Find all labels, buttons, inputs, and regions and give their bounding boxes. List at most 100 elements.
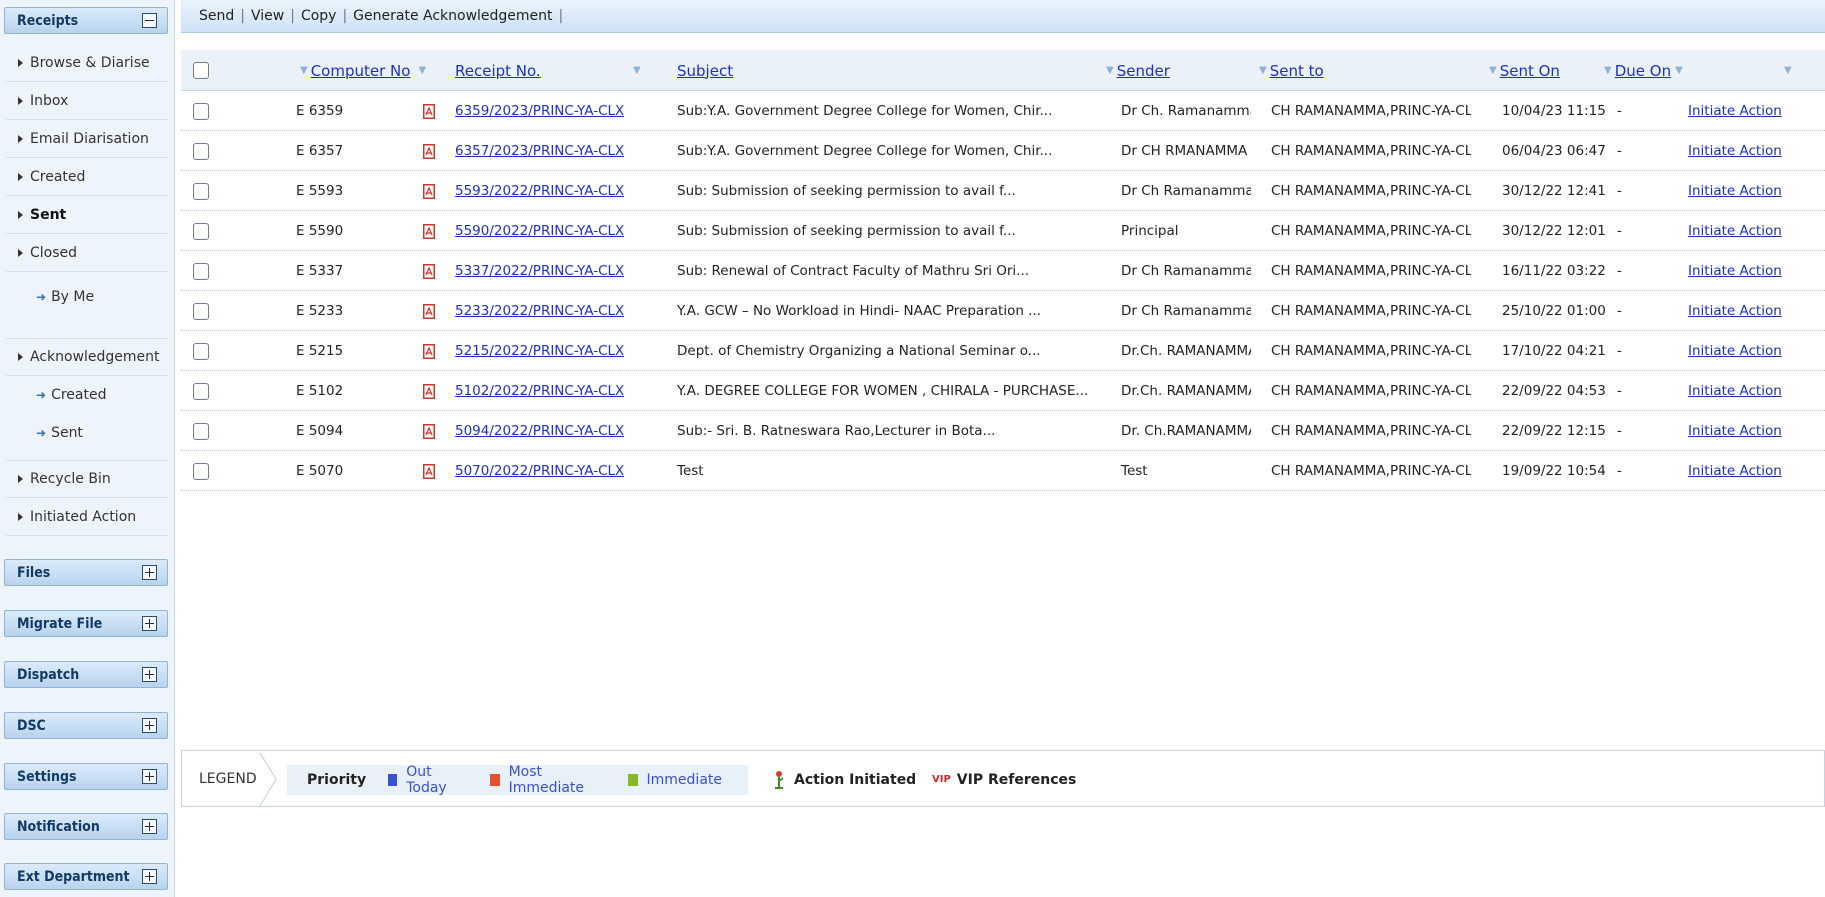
section-files[interactable]: Files	[4, 559, 168, 586]
row-checkbox[interactable]	[193, 302, 209, 320]
receipt-no-link[interactable]: 5070/2022/PRINC-YA-CLX	[455, 463, 624, 479]
initiate-action-link[interactable]: Initiate Action	[1688, 103, 1782, 119]
pdf-icon[interactable]	[423, 383, 435, 399]
row-checkbox[interactable]	[193, 422, 209, 440]
pdf-icon[interactable]	[423, 103, 435, 119]
collapse-icon[interactable]	[142, 13, 157, 28]
section-settings[interactable]: Settings	[4, 763, 168, 790]
nav-browse-diarise[interactable]: Browse & Diarise	[6, 44, 168, 82]
section-notification[interactable]: Notification	[4, 813, 168, 840]
row-checkbox[interactable]	[193, 222, 209, 240]
sort-icon[interactable]: ▼	[1106, 65, 1114, 76]
nav-ack-sent[interactable]: ➜ Sent	[6, 414, 168, 452]
section-receipts[interactable]: Receipts	[4, 7, 168, 34]
copy-button[interactable]: Copy	[295, 8, 343, 24]
table-row[interactable]: E 6359 6359/2023/PRINC-YA-CLX Sub:Y.A. G…	[181, 91, 1825, 131]
pdf-icon[interactable]	[423, 463, 435, 479]
sort-receipt-no[interactable]: Receipt No.	[455, 62, 541, 80]
expand-icon[interactable]	[142, 616, 157, 631]
nav-recycle-bin[interactable]: Recycle Bin	[6, 460, 168, 498]
column-menu-icon[interactable]: ▼	[633, 65, 641, 76]
pdf-icon[interactable]	[423, 303, 435, 319]
initiate-action-link[interactable]: Initiate Action	[1688, 423, 1782, 439]
expand-icon[interactable]	[142, 565, 157, 580]
nav-sent[interactable]: Sent	[6, 196, 168, 234]
initiate-action-link[interactable]: Initiate Action	[1688, 223, 1782, 239]
row-checkbox[interactable]	[193, 262, 209, 280]
receipt-no-link[interactable]: 5593/2022/PRINC-YA-CLX	[455, 183, 624, 199]
receipt-no-link[interactable]: 5094/2022/PRINC-YA-CLX	[455, 423, 624, 439]
initiate-action-link[interactable]: Initiate Action	[1688, 303, 1782, 319]
sort-sent-to[interactable]: Sent to	[1270, 62, 1324, 80]
initiate-action-link[interactable]: Initiate Action	[1688, 463, 1782, 479]
pdf-icon[interactable]	[423, 143, 435, 159]
section-migrate-file[interactable]: Migrate File	[4, 610, 168, 637]
sort-icon[interactable]: ▼	[300, 65, 308, 76]
section-dispatch[interactable]: Dispatch	[4, 661, 168, 688]
nav-inbox[interactable]: Inbox	[6, 82, 168, 120]
receipt-no-link[interactable]: 5590/2022/PRINC-YA-CLX	[455, 223, 624, 239]
pdf-icon[interactable]	[423, 223, 435, 239]
row-checkbox[interactable]	[193, 182, 209, 200]
nav-initiated-action[interactable]: Initiated Action	[6, 498, 168, 536]
column-menu-icon[interactable]: ▼	[418, 65, 426, 76]
sort-subject[interactable]: Subject	[677, 62, 733, 80]
pdf-icon[interactable]	[423, 423, 435, 439]
row-checkbox[interactable]	[193, 342, 209, 360]
receipt-no-link[interactable]: 6359/2023/PRINC-YA-CLX	[455, 103, 624, 119]
table-row[interactable]: E 5215 5215/2022/PRINC-YA-CLX Dept. of C…	[181, 331, 1825, 371]
initiate-action-link[interactable]: Initiate Action	[1688, 183, 1782, 199]
sort-sent-on[interactable]: Sent On	[1500, 62, 1560, 80]
table-row[interactable]: E 5102 5102/2022/PRINC-YA-CLX Y.A. DEGRE…	[181, 371, 1825, 411]
select-all-checkbox[interactable]	[193, 62, 209, 79]
send-button[interactable]: Send	[199, 8, 240, 24]
table-row[interactable]: E 5094 5094/2022/PRINC-YA-CLX Sub:- Sri.…	[181, 411, 1825, 451]
receipt-no-link[interactable]: 5215/2022/PRINC-YA-CLX	[455, 343, 624, 359]
sort-computer-no[interactable]: Computer No	[311, 62, 411, 80]
table-row[interactable]: E 6357 6357/2023/PRINC-YA-CLX Sub:Y.A. G…	[181, 131, 1825, 171]
sort-icon[interactable]: ▼	[1604, 65, 1612, 76]
view-button[interactable]: View	[245, 8, 290, 24]
receipt-no-link[interactable]: 5102/2022/PRINC-YA-CLX	[455, 383, 624, 399]
expand-icon[interactable]	[142, 769, 157, 784]
table-row[interactable]: E 5590 5590/2022/PRINC-YA-CLX Sub: Submi…	[181, 211, 1825, 251]
nav-closed-by-me[interactable]: ➜ By Me	[6, 278, 168, 316]
nav-ack-created[interactable]: ➜ Created	[6, 376, 168, 414]
nav-created[interactable]: Created	[6, 158, 168, 196]
column-menu-icon[interactable]: ▼	[1675, 65, 1683, 76]
nav-acknowledgement[interactable]: Acknowledgement	[6, 338, 168, 376]
initiate-action-link[interactable]: Initiate Action	[1688, 143, 1782, 159]
receipt-no-link[interactable]: 5337/2022/PRINC-YA-CLX	[455, 263, 624, 279]
row-checkbox[interactable]	[193, 462, 209, 480]
column-menu-icon[interactable]: ▼	[1784, 65, 1792, 76]
sort-sender[interactable]: Sender	[1117, 62, 1170, 80]
nav-email-diarisation[interactable]: Email Diarisation	[6, 120, 168, 158]
initiate-action-link[interactable]: Initiate Action	[1688, 383, 1782, 399]
pdf-icon[interactable]	[423, 343, 435, 359]
table-row[interactable]: E 5593 5593/2022/PRINC-YA-CLX Sub: Submi…	[181, 171, 1825, 211]
section-dsc[interactable]: DSC	[4, 712, 168, 739]
sort-icon[interactable]: ▼	[1489, 65, 1497, 76]
sort-due-on[interactable]: Due On	[1615, 62, 1671, 80]
receipt-no-link[interactable]: 5233/2022/PRINC-YA-CLX	[455, 303, 624, 319]
section-ext-department[interactable]: Ext Department	[4, 863, 168, 890]
initiate-action-link[interactable]: Initiate Action	[1688, 263, 1782, 279]
row-checkbox[interactable]	[193, 382, 209, 400]
expand-icon[interactable]	[142, 718, 157, 733]
table-row[interactable]: E 5070 5070/2022/PRINC-YA-CLX Test Test …	[181, 451, 1825, 491]
generate-acknowledgement-button[interactable]: Generate Acknowledgement	[347, 8, 558, 24]
nav-closed[interactable]: Closed	[6, 234, 168, 272]
table-row[interactable]: E 5337 5337/2022/PRINC-YA-CLX Sub: Renew…	[181, 251, 1825, 291]
sort-icon[interactable]: ▼	[1259, 65, 1267, 76]
expand-icon[interactable]	[142, 667, 157, 682]
expand-icon[interactable]	[142, 869, 157, 884]
row-checkbox[interactable]	[193, 142, 209, 160]
row-checkbox[interactable]	[193, 102, 209, 120]
pdf-icon[interactable]	[423, 183, 435, 199]
pdf-icon[interactable]	[423, 263, 435, 279]
initiate-action-link[interactable]: Initiate Action	[1688, 343, 1782, 359]
receipt-no-link[interactable]: 6357/2023/PRINC-YA-CLX	[455, 143, 624, 159]
table-row[interactable]: E 5233 5233/2022/PRINC-YA-CLX Y.A. GCW –…	[181, 291, 1825, 331]
action-initiated-icon	[775, 770, 784, 789]
expand-icon[interactable]	[142, 819, 157, 834]
